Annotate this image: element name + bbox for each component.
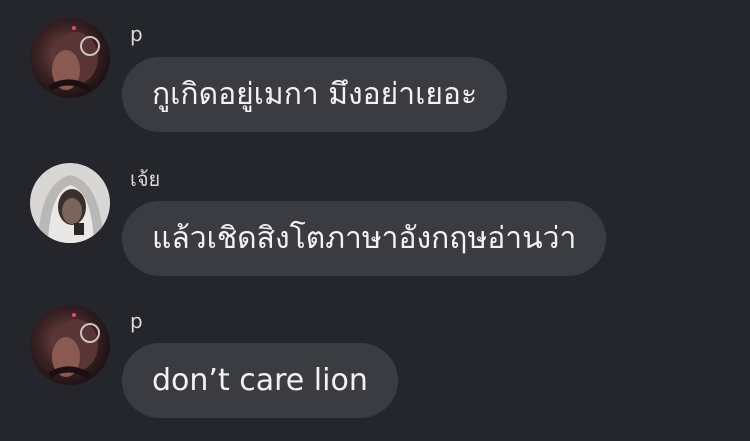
dark-selfie-avatar-icon[interactable] — [30, 18, 110, 98]
dark-selfie-avatar-icon[interactable] — [30, 305, 110, 385]
sender-name: เจ้ย — [130, 167, 161, 191]
message-bubble[interactable]: แล้วเชิดสิงโตภาษาอังกฤษอ่านว่า — [122, 201, 607, 276]
hooded-person-avatar-icon[interactable] — [30, 163, 110, 243]
message-bubble[interactable]: กูเกิดอยู่เมกา มึงอย่าเยอะ — [122, 57, 508, 132]
sender-name: p — [130, 309, 143, 333]
chat-thread: p กูเกิดอยู่เมกา มึงอย่าเยอะ เจ้ย แล้วเช… — [0, 0, 750, 441]
sender-name: p — [130, 22, 143, 46]
message-bubble[interactable]: don’t care lion — [122, 343, 398, 418]
